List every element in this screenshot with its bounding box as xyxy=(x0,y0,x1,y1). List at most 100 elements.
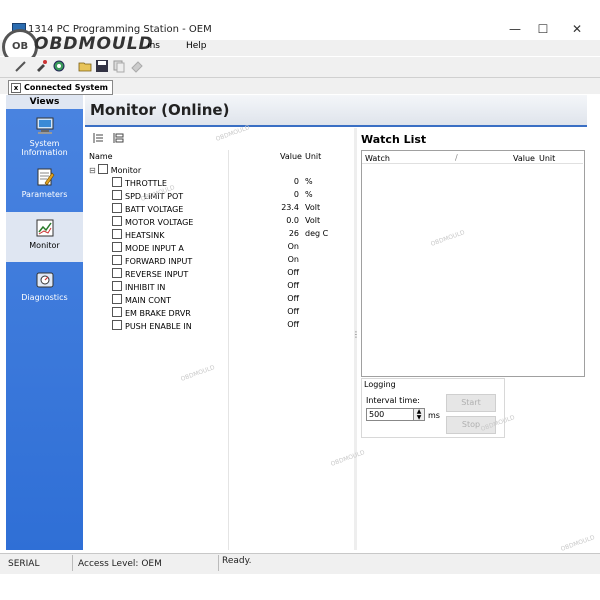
interval-stepper[interactable]: ▲ ▼ xyxy=(413,408,425,421)
status-divider xyxy=(218,555,219,571)
column-header-name[interactable]: Name xyxy=(89,152,113,161)
monitor-row-unit: % xyxy=(305,190,313,199)
monitor-row[interactable]: EM BRAKE DRVR xyxy=(112,307,191,320)
monitor-row-name: MAIN CONT xyxy=(125,296,172,305)
sort-indicator-icon: ∕ xyxy=(455,153,458,162)
status-state: Ready. xyxy=(222,556,252,566)
tree-root-monitor[interactable]: ⊟ Monitor xyxy=(89,164,141,177)
checkbox[interactable] xyxy=(112,255,122,265)
monitor-row-unit: Volt xyxy=(305,216,321,225)
checkbox[interactable] xyxy=(112,294,122,304)
monitor-row-value: 0 xyxy=(293,190,299,199)
monitor-row-value: 0.0 xyxy=(286,216,299,225)
logging-label: Logging xyxy=(364,380,396,389)
monitor-row-value: Off xyxy=(287,268,299,277)
clipped-edge xyxy=(587,95,600,550)
sidebar-item-parameters[interactable]: Parameters xyxy=(6,161,83,211)
monitor-row-name: PUSH ENABLE IN xyxy=(125,322,192,331)
checkbox[interactable] xyxy=(112,229,122,239)
sidebar-item-label: Monitor xyxy=(29,241,60,250)
checkbox[interactable] xyxy=(112,268,122,278)
monitor-row-name: FORWARD INPUT xyxy=(125,257,193,266)
monitor-row-value: Off xyxy=(287,294,299,303)
status-access-level: Access Level: OEM xyxy=(78,559,162,569)
sidebar-item-monitor[interactable]: Monitor xyxy=(6,212,83,262)
checkbox[interactable] xyxy=(112,190,122,200)
monitor-row-value: 23.4 xyxy=(281,203,299,212)
menu-help[interactable]: Help xyxy=(186,41,207,51)
monitor-row-value: On xyxy=(287,255,299,264)
close-button[interactable]: ✕ xyxy=(564,20,590,38)
menu-options[interactable]: Options xyxy=(148,41,160,51)
folder-open-icon[interactable] xyxy=(78,59,92,73)
collapse-toggle-icon[interactable]: ⊟ xyxy=(89,166,96,175)
minimize-button[interactable]: — xyxy=(502,20,528,38)
watch-list-title: Watch List xyxy=(361,133,427,146)
monitor-row[interactable]: INHIBIT IN xyxy=(112,281,165,294)
splitter-grip[interactable]: ⋮ xyxy=(352,330,360,339)
sidebar-item-diagnostics[interactable]: Diagnostics xyxy=(6,264,83,314)
column-header-unit[interactable]: Unit xyxy=(305,152,321,161)
chart-icon xyxy=(36,219,53,237)
monitor-row-name: BATT VOLTAGE xyxy=(125,205,184,214)
wand-icon[interactable] xyxy=(14,59,28,73)
column-header-watch-value[interactable]: Value xyxy=(513,154,535,163)
eraser-icon[interactable] xyxy=(130,59,144,73)
checkbox[interactable] xyxy=(112,203,122,213)
probe-icon[interactable] xyxy=(34,59,48,73)
expand-all-icon[interactable] xyxy=(92,132,104,144)
monitor-row-value: Off xyxy=(287,320,299,329)
monitor-row[interactable]: HEATSINK xyxy=(112,229,164,242)
monitor-row-value: 0 xyxy=(293,177,299,186)
monitor-row[interactable]: PUSH ENABLE IN xyxy=(112,320,192,333)
checkbox[interactable] xyxy=(112,307,122,317)
monitor-row[interactable]: BATT VOLTAGE xyxy=(112,203,183,216)
checkbox[interactable] xyxy=(112,242,122,252)
checkbox[interactable] xyxy=(112,216,122,226)
interval-label: Interval time: xyxy=(366,396,420,405)
monitor-row-name: HEATSINK xyxy=(125,231,165,240)
start-button[interactable]: Start xyxy=(446,394,496,412)
monitor-row-unit: deg C xyxy=(305,229,329,238)
column-header-watch-unit[interactable]: Unit xyxy=(539,154,555,163)
settings-icon[interactable] xyxy=(52,59,66,73)
views-header: Views xyxy=(6,95,83,109)
monitor-row-name: MODE INPUT A xyxy=(125,244,184,253)
pane-splitter[interactable] xyxy=(354,128,357,550)
watch-list[interactable] xyxy=(361,150,585,377)
monitor-row-unit: Volt xyxy=(305,203,321,212)
tree-root-label: Monitor xyxy=(110,166,142,175)
save-icon[interactable] xyxy=(95,59,109,73)
checkbox[interactable] xyxy=(112,177,122,187)
sidebar-item-label: Parameters xyxy=(21,190,68,199)
monitor-row-value: Off xyxy=(287,307,299,316)
column-header-value[interactable]: Value xyxy=(280,152,302,161)
monitor-row-name: THROTTLE xyxy=(125,179,167,188)
monitor-row-name: MOTOR VOLTAGE xyxy=(125,218,194,227)
column-divider xyxy=(228,150,229,550)
sidebar-item-system-information[interactable]: System Information xyxy=(6,110,83,160)
copy-icon[interactable] xyxy=(112,59,126,73)
monitor-row[interactable]: MODE INPUT A xyxy=(112,242,184,255)
interval-input[interactable]: 500 xyxy=(366,408,416,421)
checkbox[interactable] xyxy=(112,320,122,330)
maximize-button[interactable]: ☐ xyxy=(530,20,556,38)
tab-label: Connected System xyxy=(24,83,109,92)
menu-options-label: Options xyxy=(148,41,160,51)
monitor-row[interactable]: REVERSE INPUT xyxy=(112,268,188,281)
checkbox[interactable] xyxy=(112,281,122,291)
status-port: SERIAL xyxy=(8,559,40,569)
notepad-pencil-icon xyxy=(37,168,54,186)
monitor-row-value: 26 xyxy=(288,229,299,238)
column-header-watch[interactable]: Watch xyxy=(365,154,390,163)
monitor-row-unit: % xyxy=(305,177,313,186)
monitor-row[interactable]: FORWARD INPUT xyxy=(112,255,192,268)
monitor-row[interactable]: MOTOR VOLTAGE xyxy=(112,216,193,229)
monitor-row[interactable]: MAIN CONT xyxy=(112,294,171,307)
tab-connected-system[interactable]: x Connected System xyxy=(8,80,114,95)
checkbox[interactable] xyxy=(97,164,108,174)
tab-close-icon[interactable]: x xyxy=(11,83,21,93)
status-divider xyxy=(72,555,73,571)
collapse-all-icon[interactable] xyxy=(112,132,124,144)
monitor-row[interactable]: THROTTLE xyxy=(112,177,167,190)
